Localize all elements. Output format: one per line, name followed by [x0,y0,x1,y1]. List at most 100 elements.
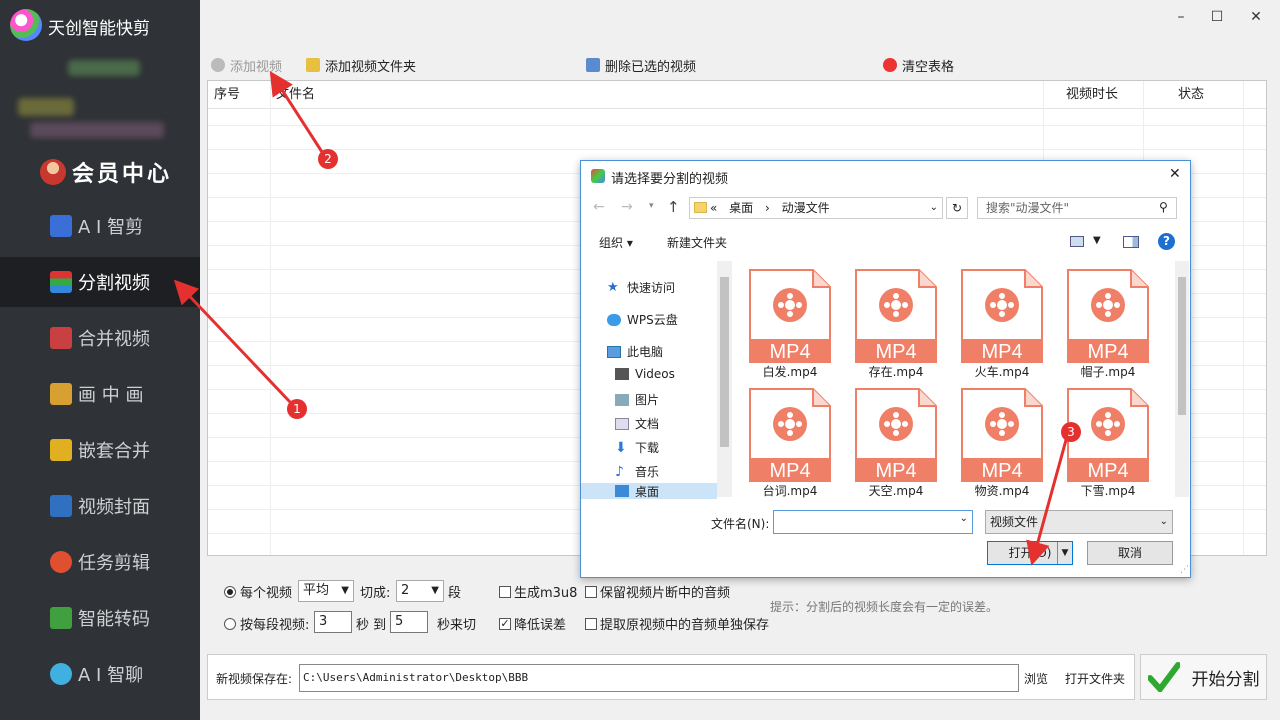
file-name: 台词.mp4 [762,484,818,498]
app-title: 天创智能快剪 [48,19,150,39]
resize-grip-icon[interactable]: ⋰ [1180,565,1189,575]
cut-count-select[interactable]: 2 ▼ [396,580,444,602]
per-video-label: 每个视频 [240,586,293,601]
nav-desktop[interactable]: 桌面 [581,483,717,499]
view-icon[interactable] [1070,236,1084,247]
sidebar-item-task-edit[interactable]: 任务剪辑 [0,537,200,587]
extract-audio-checkbox[interactable] [585,617,597,630]
nav-this-pc[interactable]: 此电脑 [607,343,663,360]
nav-videos[interactable]: Videos [615,367,675,381]
file-tile[interactable]: MP4 帽子.mp4 [1053,263,1149,381]
sidebar-item-merge-video[interactable]: 合并视频 [0,313,200,363]
nav-scrollbar[interactable] [717,261,732,497]
chevron-down-icon[interactable]: ⌄ [930,198,938,218]
gen-m3u8-checkbox[interactable] [499,585,511,598]
new-folder-button[interactable]: 新建文件夹 [667,234,727,251]
file-tile[interactable]: MP4 白发.mp4 [735,263,831,381]
reduce-error-checkbox[interactable]: ✓ [499,617,511,630]
pip-icon [50,383,72,405]
sidebar-item-transcode[interactable]: 智能转码 [0,593,200,643]
breadcrumb-prefix: « [710,201,718,215]
file-tile[interactable]: MP4 存在.mp4 [841,263,937,381]
keep-audio-checkbox[interactable] [585,585,597,598]
nav-quick-access[interactable]: ★ 快速访问 [607,279,675,296]
desktop-folder-icon [615,485,629,497]
forward-arrow-icon[interactable]: → [621,199,633,215]
col-filename: 文件名 [276,87,316,102]
blurred-account [30,122,164,138]
save-bar: 新视频保存在: C:\Users\Administrator\Desktop\B… [207,654,1135,700]
nav-label: 图片 [635,393,660,407]
file-open-dialog: 请选择要分割的视频 ✕ ← → ▾ ↑ « 桌面 › 动漫文件 ⌄ ↻ 搜索"动… [580,160,1191,578]
file-tile[interactable]: MP4 物资.mp4 [947,382,1043,500]
search-icon: ⚲ [1159,200,1168,214]
delete-selected-button[interactable]: 删除已选的视频 [580,54,702,76]
mp4-badge: MP4 [981,460,1022,482]
mp4-file-icon: MP4 [961,269,1043,363]
seg-from-input[interactable]: 3 [314,611,352,633]
help-icon[interactable]: ? [1158,233,1175,250]
refresh-icon[interactable]: ↻ [946,197,968,219]
chevron-down-icon[interactable]: ⌄ [960,513,968,524]
by-segment-radio[interactable] [224,617,236,630]
open-button[interactable]: 打开(O) ▼ [987,541,1073,565]
filetype-select[interactable]: 视频文件 ⌄ [985,510,1173,534]
member-center-button[interactable]: 会员中心 [40,156,172,188]
clear-table-button[interactable]: 清空表格 [877,54,960,76]
sidebar-item-nest-merge[interactable]: 嵌套合并 [0,425,200,475]
file-name: 帽子.mp4 [1080,365,1136,379]
nav-label: 桌面 [635,484,660,499]
nav-wps-cloud[interactable]: WPS云盘 [607,311,678,328]
nav-music[interactable]: ♪ 音乐 [615,463,659,480]
address-bar[interactable]: « 桌面 › 动漫文件 ⌄ [689,197,943,219]
search-input[interactable]: 搜索"动漫文件" [977,197,1177,219]
file-tile[interactable]: MP4 火车.mp4 [947,263,1043,381]
mp4-badge: MP4 [875,460,916,482]
open-folder-button[interactable]: 打开文件夹 [1065,670,1125,687]
add-folder-button[interactable]: 添加视频文件夹 [300,54,422,76]
nav-downloads[interactable]: ⬇ 下载 [615,439,659,456]
sidebar-item-split-video[interactable]: 分割视频 [0,257,200,307]
start-split-label: 开始分割 [1191,669,1260,690]
seg-to-input[interactable]: 5 [390,611,428,633]
cancel-button[interactable]: 取消 [1087,541,1173,565]
file-tile[interactable]: MP4 台词.mp4 [735,382,831,500]
nav-label: Videos [635,367,675,381]
start-split-button[interactable]: 开始分割 [1140,654,1267,700]
sidebar-item-video-cover[interactable]: 视频封面 [0,481,200,531]
breadcrumb-desktop[interactable]: 桌面 [729,201,753,215]
nav-pictures[interactable]: 图片 [615,391,659,408]
per-video-radio[interactable] [224,585,236,598]
col-status: 状态 [1178,87,1205,102]
recent-dropdown-icon[interactable]: ▾ [649,201,654,211]
chevron-down-icon[interactable]: ▼ [1057,542,1072,564]
merge-video-icon [50,327,72,349]
mp4-file-icon: MP4 [855,388,937,482]
maximize-button[interactable]: ☐ [1202,6,1232,28]
close-button[interactable]: ✕ [1241,6,1271,28]
up-arrow-icon[interactable]: ↑ [667,198,680,216]
view-dropdown-icon[interactable]: ▼ [1093,235,1101,246]
add-video-label: 添加视频 [230,59,283,75]
mode-select[interactable]: 平均 ▼ [298,580,354,602]
browse-button[interactable]: 浏览 [1024,670,1048,687]
nav-documents[interactable]: 文档 [615,415,659,432]
sidebar-item-pip[interactable]: 画 中 画 [0,369,200,419]
nav-scroll-thumb[interactable] [720,277,729,447]
save-path-input[interactable]: C:\Users\Administrator\Desktop\BBB [299,664,1019,692]
organize-menu[interactable]: 组织 ▾ [599,234,633,251]
preview-pane-icon[interactable] [1123,236,1139,248]
file-tile[interactable]: MP4 天空.mp4 [841,382,937,500]
files-scrollbar[interactable] [1175,261,1189,497]
dialog-close-button[interactable]: ✕ [1169,166,1181,182]
sidebar-item-label: A I 智聊 [78,665,144,686]
filename-input[interactable]: ⌄ [773,510,973,534]
minimize-button[interactable]: – [1166,6,1196,28]
back-arrow-icon[interactable]: ← [593,199,605,215]
files-scroll-thumb[interactable] [1178,277,1186,415]
video-cover-icon [50,495,72,517]
sidebar-item-ai-edit[interactable]: A I 智剪 [0,201,200,251]
add-video-button[interactable]: 添加视频 [205,54,288,76]
sidebar-item-ai-chat[interactable]: A I 智聊 [0,649,200,699]
breadcrumb-anime[interactable]: 动漫文件 [782,201,830,215]
